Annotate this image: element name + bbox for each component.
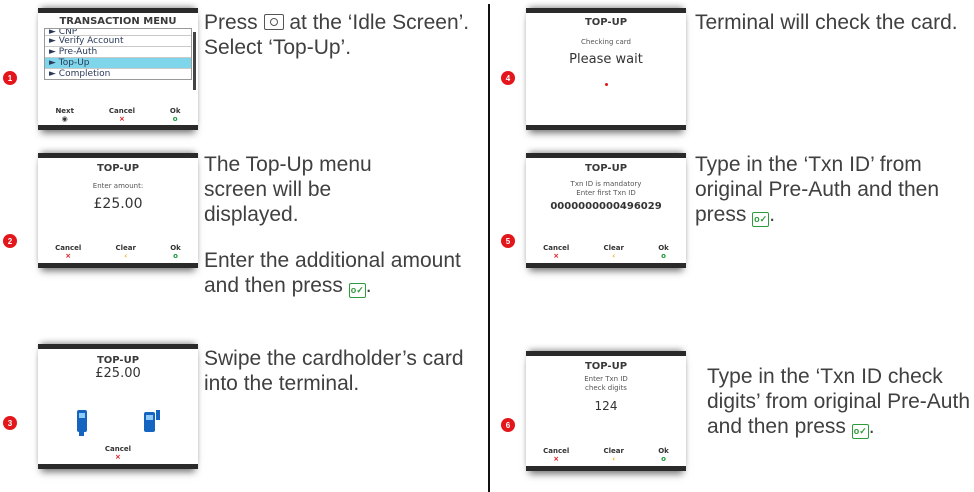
softkey-ok[interactable]: Ok o: [170, 244, 181, 260]
step-description-2: Enter the additional amount and then pre…: [204, 249, 461, 298]
step-number-badge: 6: [501, 418, 515, 432]
prompt-line-2: check digits: [585, 384, 627, 392]
step-description: Terminal will check the card.: [695, 11, 958, 34]
step-number-badge: 3: [3, 416, 17, 430]
ok-key-icon: o✓: [348, 283, 366, 298]
prompt-line: Enter first Txn ID: [576, 189, 636, 197]
prompt-line: Enter Txn ID: [584, 375, 628, 383]
card-swipe-terminal-icon: [144, 410, 160, 432]
softkey-ok[interactable]: Ok o: [658, 244, 669, 260]
step-description: Type in the ‘Txn ID check digits’ from o…: [707, 365, 970, 439]
amount-display: £25.00: [93, 196, 143, 212]
screen-prompt: Enter amount:: [92, 182, 144, 190]
screen-title: TOP-UP: [96, 355, 140, 366]
softkey-cancel[interactable]: Cancel ×: [543, 447, 569, 463]
step-description: Swipe the cardholder’s card into the ter…: [204, 347, 464, 395]
step-description: Press at the ‘Idle Screen’. Select ‘Top-…: [204, 11, 470, 59]
card-terminal-icon: [77, 410, 87, 436]
step-number-badge: 1: [3, 71, 17, 85]
scrollbar[interactable]: [193, 32, 196, 90]
check-digits-input[interactable]: 124: [526, 399, 686, 413]
terminal-screen: TRANSACTION MENU ► CNP ► Verify Account …: [38, 8, 198, 130]
terminal-screen: TOP-UP Checking card Please wait: [526, 8, 686, 130]
step-number-badge: 5: [501, 234, 515, 248]
softkey-cancel[interactable]: Cancel ×: [55, 244, 81, 260]
menu-item[interactable]: ► CNP: [45, 29, 191, 36]
step-number-badge: 4: [501, 71, 515, 85]
menu-key-icon: [263, 14, 284, 30]
softkey-next[interactable]: Next ◉: [55, 107, 73, 123]
screen-title: TOP-UP: [584, 163, 628, 174]
screen-title: TRANSACTION MENU: [59, 16, 177, 27]
screen-title: TOP-UP: [584, 17, 628, 28]
menu-list[interactable]: ► CNP ► Verify Account ► Pre-Auth ► Top-…: [44, 28, 192, 80]
step-number-badge: 2: [3, 234, 17, 248]
terminal-screen: TOP-UP Txn ID is mandatory Enter first T…: [526, 153, 686, 268]
screen-title: TOP-UP: [96, 163, 140, 174]
progress-dot: [605, 83, 608, 86]
softkey-clear[interactable]: Clear ‹: [604, 244, 624, 260]
softkey-cancel[interactable]: Cancel ×: [109, 107, 135, 123]
step-description: The Top-Up menu screen will be displayed…: [204, 153, 372, 226]
step-description: Type in the ‘Txn ID’ from original Pre-A…: [695, 153, 939, 227]
menu-item[interactable]: ► Completion: [45, 69, 191, 79]
amount-display: £25.00: [95, 366, 141, 381]
ok-key-icon: o✓: [752, 212, 770, 227]
softkey-clear[interactable]: Clear ‹: [604, 447, 624, 463]
txn-id-input[interactable]: 0000000000496029: [526, 201, 686, 212]
softkey-clear[interactable]: Clear ‹: [116, 244, 136, 260]
menu-item[interactable]: ► Pre-Auth: [45, 47, 191, 58]
softkey-ok[interactable]: Ok o: [658, 447, 669, 463]
ok-key-icon: o✓: [851, 424, 869, 439]
status-line: Checking card: [581, 38, 631, 46]
softkey-cancel[interactable]: Cancel ×: [543, 244, 569, 260]
softkey-ok[interactable]: Ok o: [170, 107, 181, 123]
status-message: Please wait: [569, 52, 643, 67]
softkey-cancel[interactable]: Cancel ×: [105, 445, 131, 461]
menu-item-selected[interactable]: ► Top-Up: [45, 58, 191, 69]
terminal-screen: TOP-UP £25.00 Cancel ×: [38, 344, 198, 469]
menu-item[interactable]: ► Verify Account: [45, 36, 191, 47]
info-line: Txn ID is mandatory: [570, 180, 642, 188]
terminal-screen: TOP-UP Enter Txn ID check digits 124 Can…: [526, 351, 686, 471]
terminal-screen: TOP-UP Enter amount: £25.00 Cancel × Clea…: [38, 153, 198, 268]
screen-title: TOP-UP: [584, 361, 628, 372]
